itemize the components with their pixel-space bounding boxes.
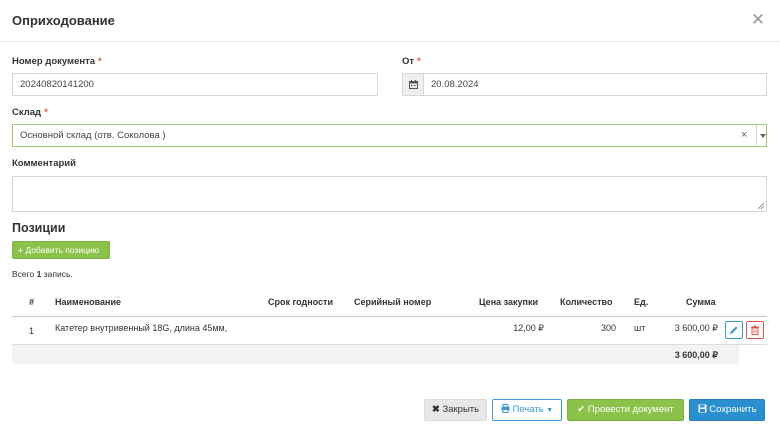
required-mark: * [98,56,102,67]
row-price: 12,00 ₽ [513,323,544,333]
doc-number-label-text: Номер документа [12,56,96,67]
record-count: Всего 1 запись. [12,269,73,279]
doc-number-field[interactable]: 20240820141200 [12,73,378,96]
column-header-serial[interactable]: Серийный номер [354,297,431,307]
row-number: 1 [29,326,35,336]
plus-icon: + [18,245,23,255]
column-header-price[interactable]: Цена закупки [479,297,538,307]
print-button-label: Печать [512,404,544,415]
date-label-text: От [402,56,415,67]
total-sum: 3 600,00 ₽ [674,350,718,360]
pencil-icon [730,326,738,334]
close-button[interactable]: ✖ Закрыть [424,399,487,421]
warehouse-select[interactable]: Основной склад (отв. Соколова ) [12,124,767,147]
count-value: 1 [36,269,42,279]
post-document-button[interactable]: ✔ Провести документ [567,399,684,421]
warehouse-label: Склад * [12,107,48,118]
delete-button[interactable] [746,321,764,339]
dialog-title: Оприходование [12,13,115,28]
required-mark: * [44,107,48,118]
required-mark: * [417,56,421,67]
add-position-label: Добавить позицию [25,245,100,255]
resize-handle-icon[interactable] [758,203,764,209]
column-header-expiry[interactable]: Срок годности [268,297,333,307]
header-divider [0,41,780,42]
floppy-disk-icon [698,404,707,413]
column-header-name[interactable]: Наименование [55,297,121,307]
row-quantity: 300 [600,323,616,333]
row-sum: 3 600,00 ₽ [674,323,718,333]
chevron-down-icon[interactable] [756,125,767,146]
comment-label: Комментарий [12,158,76,169]
positions-title: Позиции [12,221,66,235]
row-unit: шт [634,323,646,333]
trash-icon [751,325,759,335]
post-document-label: Провести документ [587,404,674,415]
column-header-number[interactable]: # [29,297,34,307]
caret-down-icon: ▼ [546,407,554,414]
check-icon: ✔ [577,404,586,415]
header-divider [12,316,767,317]
table-footer [12,345,739,364]
close-icon[interactable]: ✕ [750,11,766,28]
save-button-label: Сохранить [709,404,757,415]
warehouse-label-text: Склад [12,107,42,118]
comment-field[interactable] [12,176,767,212]
edit-button[interactable] [725,321,743,339]
print-button[interactable]: Печать ▼ [492,399,562,421]
close-x-icon: ✖ [431,404,440,415]
calendar-icon[interactable] [402,73,424,96]
doc-number-label: Номер документа * [12,56,102,67]
date-label: От * [402,56,421,67]
column-header-sum[interactable]: Сумма [686,297,716,307]
row-name: Катетер внутривенный 18G, длина 45мм, [55,323,228,333]
save-button[interactable]: Сохранить [689,399,765,421]
count-prefix: Всего [12,269,35,279]
count-suffix: запись. [43,269,73,279]
date-field[interactable]: 20.08.2024 [423,73,767,96]
clear-icon[interactable]: × [741,129,747,141]
column-header-unit[interactable]: Ед. [634,297,648,307]
column-header-quantity[interactable]: Количество [560,297,612,307]
close-button-label: Закрыть [442,404,480,415]
add-position-button[interactable]: + Добавить позицию [12,241,110,259]
printer-icon [501,404,510,413]
